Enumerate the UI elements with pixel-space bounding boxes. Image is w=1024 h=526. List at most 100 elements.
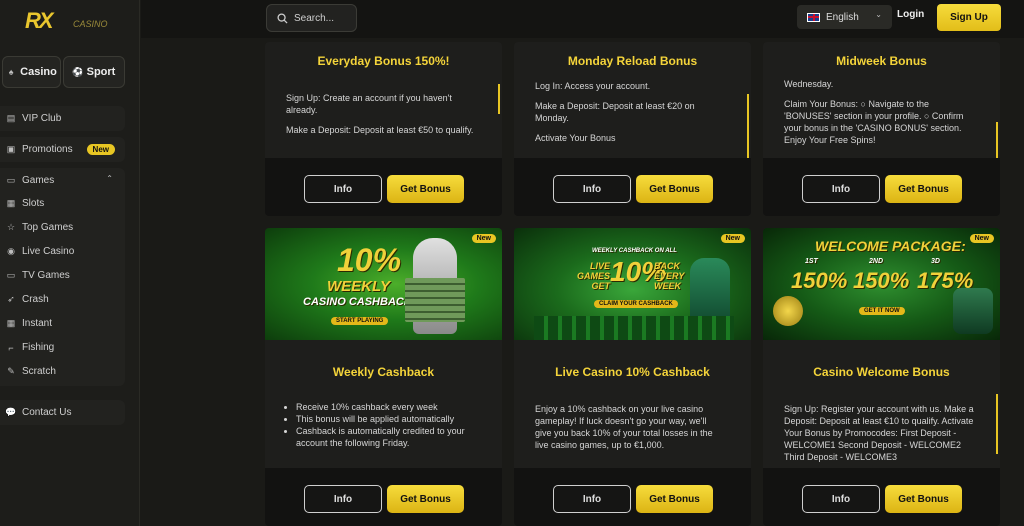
card-paragraph: Claim Your Bonus: ○ Navigate to the 'BON… <box>784 99 964 145</box>
card-paragraph: Wednesday. <box>784 79 834 89</box>
get-bonus-button[interactable]: Get Bonus <box>636 175 713 203</box>
robot-hand-illustration <box>953 288 993 334</box>
sidebar-item-vip[interactable]: ▤ VIP Club <box>0 106 125 131</box>
list-item: This bonus will be applied automatically <box>296 413 476 425</box>
search-icon <box>277 12 288 24</box>
tab-sport[interactable]: ⚽ Sport <box>63 56 125 88</box>
gift-icon: ▣ <box>6 144 16 154</box>
info-button[interactable]: Info <box>802 485 880 513</box>
get-bonus-button[interactable]: Get Bonus <box>387 485 464 513</box>
new-badge: New <box>471 234 496 243</box>
card-list: Receive 10% cashback every week This bon… <box>286 401 476 449</box>
sidebar-item-promotions[interactable]: ▣ Promotions New <box>0 137 125 162</box>
banner-line: WEEKLY CASHBACK ON ALL <box>592 248 677 254</box>
sidebar-item-crash[interactable]: ➶ Crash <box>6 294 125 305</box>
sidebar-item-top-games[interactable]: ☆ Top Games <box>6 222 125 233</box>
gamepad-icon: ▭ <box>6 174 16 185</box>
info-button[interactable]: Info <box>304 485 382 513</box>
tier-label: 3D <box>931 258 940 265</box>
banner-cta: CLAIM YOUR CASHBACK <box>594 300 678 308</box>
card-scrollbar[interactable] <box>498 84 500 114</box>
promo-banner[interactable]: 10% WEEKLY CASINO CASHBACK START PLAYING… <box>265 228 502 340</box>
list-item: Cashback is automatically credited to yo… <box>296 425 476 449</box>
banner-cta: GET IT NOW <box>859 307 905 315</box>
sidebar-item-tv-games[interactable]: ▭ TV Games <box>6 270 125 281</box>
info-button[interactable]: Info <box>553 175 631 203</box>
search-placeholder: Search... <box>294 12 335 24</box>
language-select[interactable]: English ⌄ <box>797 5 892 29</box>
sidebar-item-label: Slots <box>22 198 45 209</box>
sidebar-item-scratch[interactable]: ✎ Scratch <box>6 366 125 377</box>
language-label: English <box>826 11 859 23</box>
sidebar-item-fishing[interactable]: ⌐ Fishing <box>6 342 125 353</box>
card-text: Enjoy a 10% cashback on your live casino… <box>535 404 713 450</box>
new-badge: New <box>86 144 115 155</box>
chat-icon: 💬 <box>5 407 17 417</box>
card-footer: Info Get Bonus <box>514 158 751 216</box>
logo-mark: RX <box>25 8 54 33</box>
sidebar-item-live-casino[interactable]: ◉ Live Casino <box>6 246 125 257</box>
login-button[interactable]: Login <box>897 9 924 20</box>
logo-subtitle: CASINO <box>73 19 108 29</box>
soccer-ball-icon: ⚽ <box>72 66 84 77</box>
card-title: Midweek Bonus <box>836 54 927 68</box>
card-scrollbar[interactable] <box>747 94 749 158</box>
get-bonus-button[interactable]: Get Bonus <box>885 175 962 203</box>
card-paragraph: Activate Your Bonus <box>535 133 616 143</box>
scratch-icon: ✎ <box>7 366 15 376</box>
star-icon: ☆ <box>6 222 16 232</box>
card-text: Log In: Access your account. Make a Depo… <box>535 80 725 152</box>
card-paragraph: Sign Up: Create an account if you haven'… <box>286 93 452 115</box>
chevron-up-icon[interactable]: ⌃ <box>106 174 113 183</box>
sidebar-item-contact[interactable]: 💬 Contact Us <box>0 400 125 425</box>
sidebar-item-label: Scratch <box>22 366 56 377</box>
card-paragraph: Log In: Access your account. <box>535 81 651 91</box>
card-footer: Info Get Bonus <box>514 468 751 526</box>
card-title: Casino Welcome Bonus <box>813 365 950 379</box>
tab-casino[interactable]: ♠ Casino <box>2 56 61 88</box>
sidebar-item-label: Promotions <box>22 144 73 155</box>
tv-icon: ▭ <box>6 270 16 280</box>
slots-icon: ▦ <box>6 198 16 208</box>
chips-illustration <box>534 316 734 340</box>
new-badge: New <box>969 234 994 243</box>
promo-card-weekly-cashback: 10% WEEKLY CASINO CASHBACK START PLAYING… <box>265 228 502 526</box>
signup-button[interactable]: Sign Up <box>937 4 1001 31</box>
promo-banner[interactable]: WELCOME PACKAGE: 1ST 150% 2ND 150% 3D 17… <box>763 228 1000 340</box>
new-badge: New <box>720 234 745 243</box>
sidebar-item-label: Live Casino <box>22 246 75 257</box>
grid-icon: ▦ <box>6 318 16 328</box>
card-text: Sign Up: Register your account with us. … <box>784 404 974 462</box>
card-title: Weekly Cashback <box>332 365 435 379</box>
card-scrollbar[interactable] <box>996 394 998 454</box>
info-button[interactable]: Info <box>304 175 382 203</box>
sidebar-item-label: Fishing <box>22 342 55 353</box>
sidebar-item-label: Contact Us <box>22 407 72 418</box>
list-item: Receive 10% cashback every week <box>296 401 476 413</box>
info-button[interactable]: Info <box>802 175 880 203</box>
banner-heading: WELCOME PACKAGE: <box>815 238 966 254</box>
sidebar-item-label[interactable]: Games <box>22 175 54 186</box>
info-button[interactable]: Info <box>553 485 631 513</box>
get-bonus-button[interactable]: Get Bonus <box>387 175 464 203</box>
get-bonus-button[interactable]: Get Bonus <box>636 485 713 513</box>
tab-sport-label: Sport <box>86 66 116 78</box>
live-icon: ◉ <box>7 246 15 256</box>
search-input[interactable]: Search... <box>266 4 357 32</box>
card-scrollbar[interactable] <box>996 122 998 158</box>
tier-value: 150% <box>853 268 910 293</box>
coins-illustration <box>773 296 803 326</box>
promo-card-midweek: Midweek Bonus Wednesday. Claim Your Bonu… <box>763 42 1000 216</box>
sidebar-item-instant[interactable]: ▦ Instant <box>6 318 125 329</box>
cash-stack-illustration <box>405 278 465 322</box>
promo-banner[interactable]: WEEKLY CASHBACK ON ALL LIVE GAMES GET 10… <box>514 228 751 340</box>
banner-percent: 10% <box>337 242 402 278</box>
logo[interactable]: RX CASINO <box>25 8 108 33</box>
sidebar: RX CASINO ♠ Casino ⚽ Sport ▤ VIP Club ▣ Pr… <box>0 0 140 526</box>
tab-casino-label: Casino <box>20 66 57 78</box>
card-title: Everyday Bonus 150%! <box>317 54 450 68</box>
sidebar-item-slots[interactable]: ▦ Slots <box>6 198 125 209</box>
vip-icon: ▤ <box>6 113 16 123</box>
card-paragraph: Make a Deposit: Deposit at least €50 to … <box>286 125 474 135</box>
get-bonus-button[interactable]: Get Bonus <box>885 485 962 513</box>
